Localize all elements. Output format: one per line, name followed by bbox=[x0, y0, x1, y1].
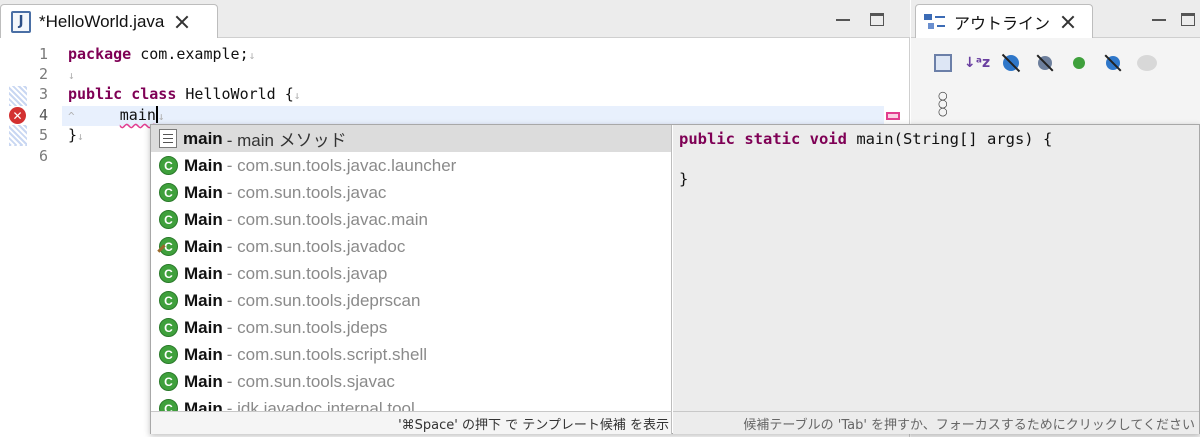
proposal-item[interactable]: C Main - com.sun.tools.javac.main bbox=[151, 206, 671, 233]
proposal-name: Main bbox=[184, 263, 223, 283]
proposal-name: main bbox=[183, 128, 223, 148]
assist-focus-hint: 候補テーブルの 'Tab' を押すか、フォーカスするためにクリックしてください bbox=[673, 411, 1199, 434]
proposal-name: Main bbox=[184, 371, 223, 391]
proposal-name: Main bbox=[184, 398, 223, 412]
line-number: 6 bbox=[38, 147, 48, 165]
proposal-description: - com.sun.tools.jdeprscan bbox=[226, 290, 421, 310]
java-file-icon: J bbox=[11, 10, 31, 33]
proposal-name: Main bbox=[184, 317, 223, 337]
line-number: 1 bbox=[38, 45, 48, 63]
proposal-item[interactable]: main - main メソッド bbox=[151, 125, 671, 152]
tab-helloworld-java[interactable]: J *HelloWorld.java bbox=[0, 4, 218, 38]
proposal-item[interactable]: C Main - com.sun.tools.javac bbox=[151, 179, 671, 206]
proposal-name: Main bbox=[184, 155, 223, 175]
code-line-2: ↓ bbox=[68, 69, 75, 82]
outline-expand-icon[interactable]: ○ ○ ○ bbox=[938, 90, 948, 118]
class-icon: C bbox=[159, 345, 178, 364]
class-icon: C bbox=[159, 372, 178, 391]
collapse-all-icon[interactable] bbox=[931, 51, 955, 75]
editor-tab-bar: J *HelloWorld.java bbox=[0, 0, 910, 38]
class-icon: C bbox=[159, 399, 178, 411]
line-number: 2 bbox=[38, 65, 48, 83]
proposal-description: - com.sun.tools.jdeps bbox=[226, 317, 388, 337]
class-icon: C bbox=[159, 318, 178, 337]
proposal-name: Main bbox=[184, 290, 223, 310]
maximize-icon[interactable] bbox=[870, 13, 884, 26]
content-assist-popup: main - main メソッド C Main - com.sun.tools.java… bbox=[150, 124, 1200, 434]
outline-toolbar: ↓ᵃz bbox=[911, 44, 1200, 82]
outline-view-icon bbox=[924, 12, 946, 32]
keyword: class bbox=[131, 85, 177, 103]
proposal-list[interactable]: main - main メソッド C Main - com.sun.tools.java… bbox=[151, 125, 672, 411]
proposal-item[interactable]: C Main - com.sun.tools.jdeprscan bbox=[151, 287, 671, 314]
error-icon[interactable]: ✕ bbox=[9, 107, 26, 124]
class-icon: C bbox=[159, 210, 178, 229]
tab-title: *HelloWorld.java bbox=[39, 11, 165, 31]
proposal-description: - jdk.javadoc.internal.tool bbox=[226, 398, 415, 412]
hide-local-types-icon[interactable] bbox=[1101, 51, 1125, 75]
proposal-item[interactable]: C Main - com.sun.tools.jdeps bbox=[151, 314, 671, 341]
proposal-description: - com.sun.tools.javac bbox=[226, 182, 387, 202]
proposal-name: Main bbox=[184, 236, 223, 256]
minimize-icon[interactable] bbox=[836, 13, 850, 21]
keyword: public bbox=[68, 85, 123, 103]
proposal-description: - com.sun.tools.javac.main bbox=[226, 209, 428, 229]
proposal-name: Main bbox=[184, 182, 223, 202]
minimize-icon[interactable] bbox=[1152, 13, 1166, 21]
indent-marker: ^ bbox=[68, 110, 75, 123]
overview-ruler-error-mark[interactable] bbox=[886, 112, 900, 120]
code-line-1: package com.example;↓ bbox=[68, 45, 256, 63]
proposal-description: - main メソッド bbox=[226, 131, 347, 150]
keyword: package bbox=[68, 45, 132, 63]
focus-icon[interactable] bbox=[1135, 51, 1159, 75]
proposal-name: Main bbox=[184, 209, 223, 229]
proposal-item[interactable]: C Main - com.sun.tools.javac.launcher bbox=[151, 152, 671, 179]
assist-status-hint: '⌘Space' の押下 で テンプレート候補 を表示 bbox=[151, 411, 672, 434]
proposal-description: - com.sun.tools.script.shell bbox=[226, 344, 428, 364]
proposal-description: - com.sun.tools.javadoc bbox=[226, 236, 406, 256]
preview-keywords: public static void bbox=[679, 130, 847, 148]
outline-tab-bar: アウトライン bbox=[911, 0, 1200, 38]
change-marker bbox=[9, 125, 27, 145]
hide-static-icon[interactable] bbox=[1033, 51, 1057, 75]
line-number: 3 bbox=[38, 85, 48, 103]
proposal-description: - com.sun.tools.sjavac bbox=[226, 371, 395, 391]
tab-outline[interactable]: アウトライン bbox=[915, 4, 1093, 38]
proposal-item[interactable]: C Main - jdk.javadoc.internal.tool bbox=[151, 395, 671, 412]
proposal-item[interactable]: C Main - com.sun.tools.javadoc bbox=[151, 233, 671, 260]
close-icon[interactable] bbox=[174, 14, 190, 30]
outline-title: アウトライン bbox=[954, 13, 1051, 33]
template-icon bbox=[159, 129, 177, 148]
hide-non-public-icon[interactable] bbox=[1067, 51, 1091, 75]
class-icon: C bbox=[159, 183, 178, 202]
current-line-highlight bbox=[62, 106, 884, 126]
code-line-5: }↓ bbox=[68, 126, 84, 144]
hide-fields-icon[interactable] bbox=[999, 51, 1023, 75]
proposal-item[interactable]: C Main - com.sun.tools.script.shell bbox=[151, 341, 671, 368]
error-token: main bbox=[119, 106, 156, 124]
deprecated-class-icon: C bbox=[157, 237, 178, 256]
class-icon: C bbox=[159, 264, 178, 283]
close-icon[interactable] bbox=[1060, 14, 1076, 30]
sort-icon[interactable]: ↓ᵃz bbox=[964, 51, 990, 75]
proposal-item[interactable]: C Main - com.sun.tools.javap bbox=[151, 260, 671, 287]
class-icon: C bbox=[159, 156, 178, 175]
class-icon: C bbox=[159, 291, 178, 310]
code-line-3: public class HelloWorld {↓ bbox=[68, 85, 301, 103]
proposal-description: - com.sun.tools.javap bbox=[226, 263, 388, 283]
proposal-preview: public static void main(String[] args) {… bbox=[673, 125, 1199, 411]
proposal-description: - com.sun.tools.javac.launcher bbox=[226, 155, 457, 175]
proposal-item[interactable]: C Main - com.sun.tools.sjavac bbox=[151, 368, 671, 395]
proposal-name: Main bbox=[184, 344, 223, 364]
code-line-4: ^ main ↓ bbox=[68, 106, 165, 124]
line-number-gutter: 1 2 3 4 5 6 bbox=[0, 38, 62, 437]
maximize-icon[interactable] bbox=[1181, 13, 1195, 26]
